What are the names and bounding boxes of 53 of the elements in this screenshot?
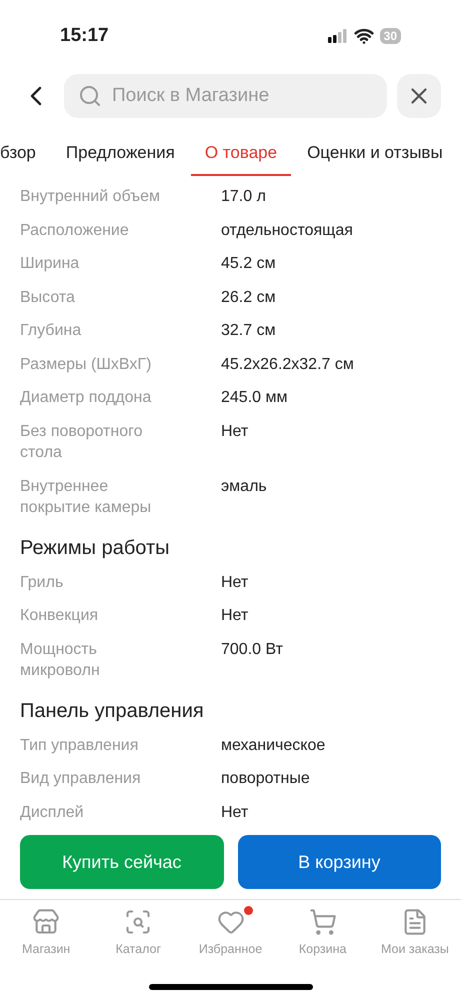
spec-label: Высота bbox=[20, 288, 76, 308]
tab[interactable]: Предложения bbox=[66, 132, 175, 176]
spec-value: 17.0 л bbox=[221, 187, 266, 207]
spec-label: Внутреннее покрытие камеры bbox=[20, 476, 152, 518]
tab[interactable]: О товаре bbox=[190, 132, 292, 176]
action-button[interactable]: Купить сейчас bbox=[20, 835, 224, 889]
catalog-search-icon bbox=[124, 908, 152, 936]
spec-label: Без поворотного стола bbox=[20, 422, 144, 463]
status-time: 15:17 bbox=[60, 24, 109, 48]
spec-label: Гриль bbox=[20, 572, 64, 592]
spec-value: Нет bbox=[221, 422, 248, 442]
signal-icon bbox=[328, 29, 348, 43]
spec-label: Ширина bbox=[20, 254, 80, 274]
spec-value: поворотные bbox=[221, 769, 310, 789]
nav-item[interactable]: Избранное bbox=[184, 908, 277, 970]
search-icon bbox=[78, 84, 102, 108]
section-title: Панель управления bbox=[20, 698, 205, 724]
action-button[interactable]: В корзину bbox=[238, 835, 441, 889]
nav-item[interactable]: Корзина bbox=[276, 908, 369, 970]
close-button[interactable] bbox=[397, 74, 441, 118]
spec-value: механическое bbox=[221, 736, 326, 756]
spec-value: 245.0 мм bbox=[221, 388, 288, 408]
spec-label: Мощность микроволн bbox=[20, 640, 101, 681]
spec-value: эмаль bbox=[221, 476, 267, 496]
spec-label: Вид управления bbox=[20, 769, 142, 789]
spec-value: 700.0 Вт bbox=[221, 640, 283, 660]
spec-value: отдельностоящая bbox=[221, 220, 353, 240]
tab[interactable]: Оценки и отзывы bbox=[307, 132, 443, 176]
nav-item[interactable]: Магазин bbox=[0, 908, 92, 970]
spec-value: Нет bbox=[221, 572, 248, 592]
battery-indicator: 30 bbox=[380, 28, 401, 44]
spec-value: Нет bbox=[221, 606, 248, 626]
spec-label: Размеры (ШхВхГ) bbox=[20, 354, 152, 374]
nav-item[interactable]: Каталог bbox=[92, 908, 184, 970]
spec-value: 45.2x26.2x32.7 см bbox=[221, 354, 354, 374]
tab[interactable]: бзор bbox=[0, 132, 36, 176]
wifi-icon bbox=[354, 26, 374, 46]
spec-label: Конвекция bbox=[20, 606, 100, 626]
spec-label: Внутренний объем bbox=[20, 187, 162, 207]
spec-label: Глубина bbox=[20, 321, 82, 341]
spec-label: Диаметр поддона bbox=[20, 388, 152, 408]
spec-label: Дисплей bbox=[20, 802, 85, 822]
store-icon bbox=[32, 908, 60, 936]
spec-value: 32.7 см bbox=[221, 321, 276, 341]
cart-icon bbox=[308, 908, 337, 936]
spec-value: 26.2 см bbox=[221, 288, 276, 308]
section-title: Режимы работы bbox=[20, 536, 171, 560]
spec-value: Нет bbox=[221, 802, 248, 822]
nav-item[interactable]: Мои заказы bbox=[368, 908, 461, 970]
spec-label: Тип управления bbox=[20, 736, 140, 756]
spec-value: 45.2 см bbox=[221, 254, 276, 274]
search-field[interactable]: Поиск в Магазине bbox=[64, 74, 387, 118]
spec-label: Расположение bbox=[20, 220, 130, 240]
